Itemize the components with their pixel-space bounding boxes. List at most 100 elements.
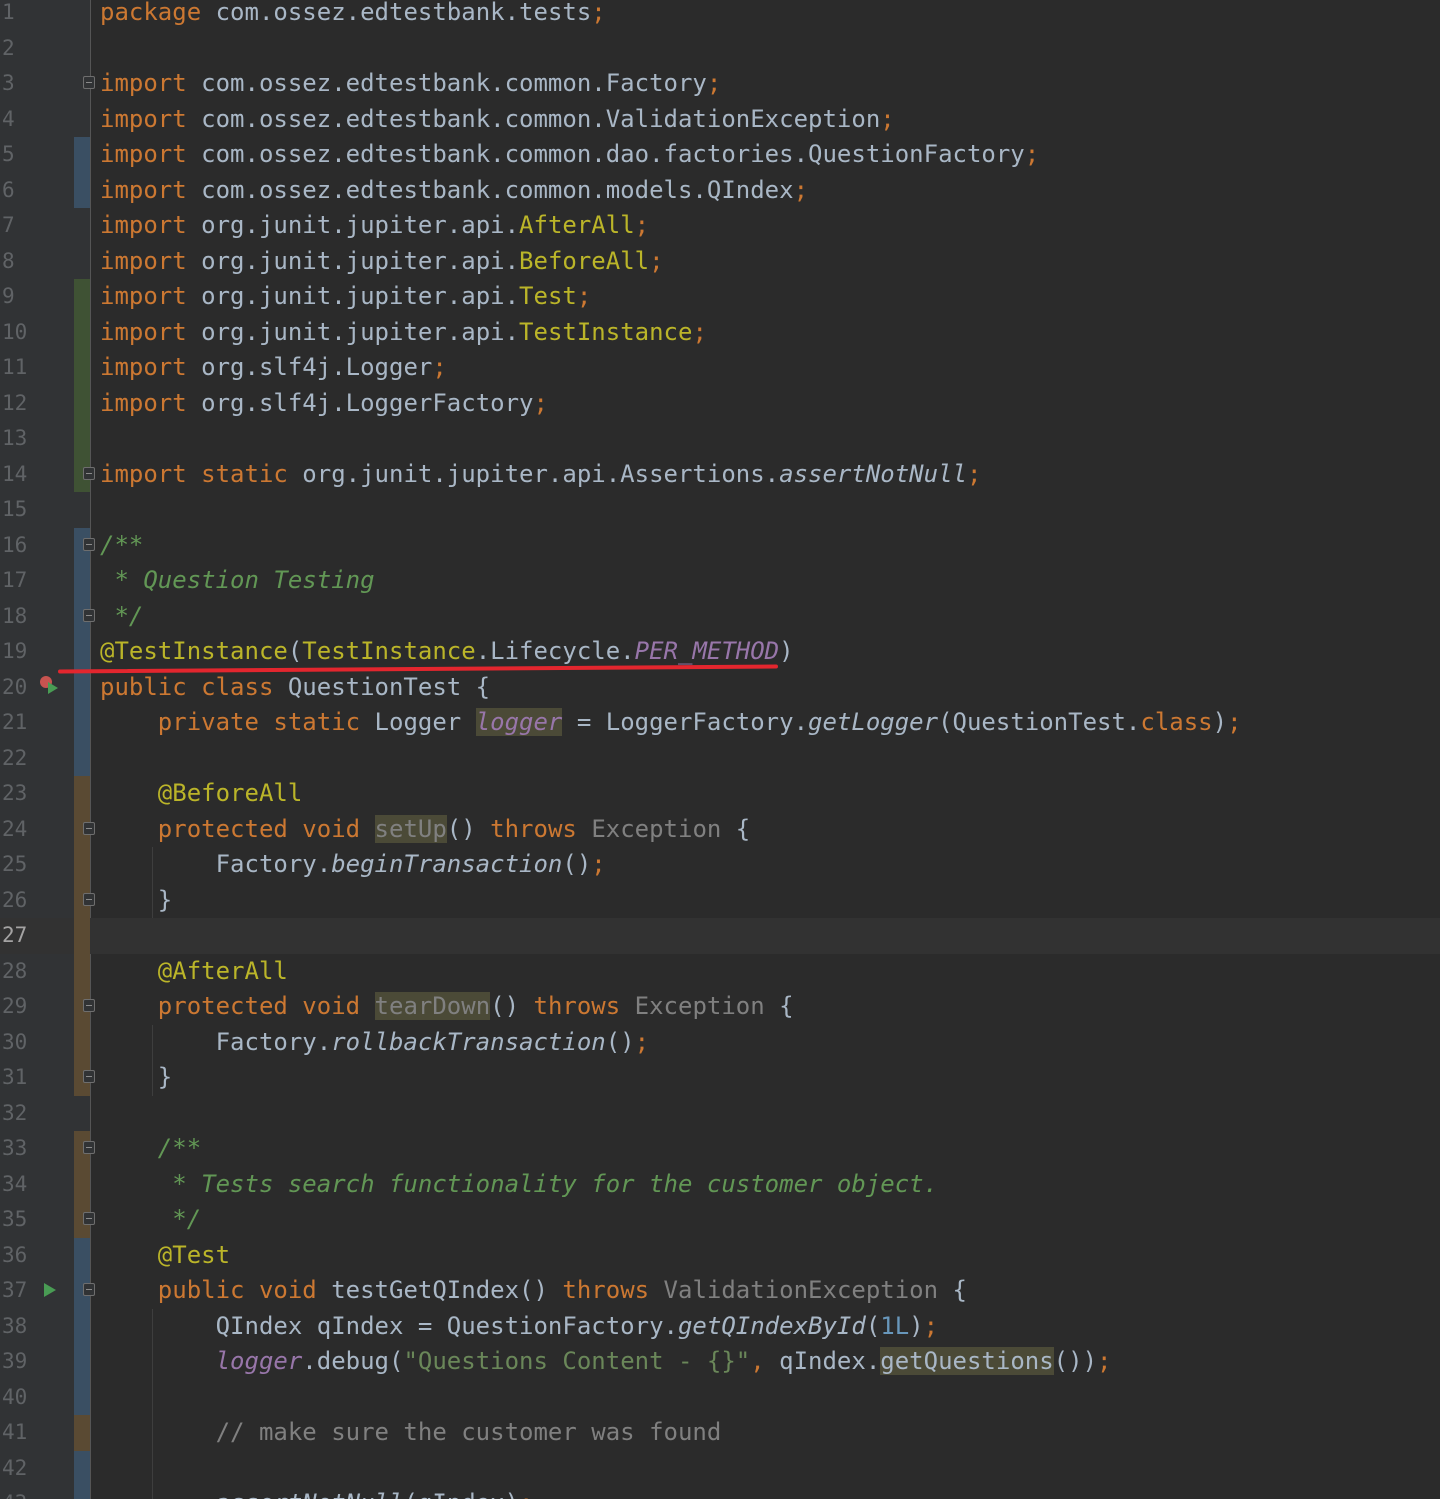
code-editor[interactable]: 1 package com.ossez.edtestbank.tests; 2 3 im…: [0, 0, 1440, 1499]
line-number[interactable]: 17: [2, 563, 32, 599]
code-line[interactable]: 43 assertNotNull(qIndex);: [0, 1486, 1440, 1499]
line-number[interactable]: 1: [2, 0, 32, 31]
code-line[interactable]: 27: [0, 918, 1440, 954]
line-number[interactable]: 37: [2, 1273, 32, 1309]
code-line[interactable]: 34 * Tests search functionality for the …: [0, 1166, 1440, 1203]
code-line[interactable]: 25 Factory.beginTransaction();: [0, 847, 1440, 883]
fold-toggle-icon[interactable]: [83, 1212, 95, 1225]
line-number[interactable]: 15: [2, 492, 32, 528]
line-number[interactable]: 34: [2, 1167, 32, 1203]
line-number[interactable]: 18: [2, 599, 32, 635]
code-line[interactable]: 1 package com.ossez.edtestbank.tests;: [0, 0, 1440, 31]
line-number[interactable]: 13: [2, 421, 32, 457]
code-line[interactable]: 11 import org.slf4j.Logger;: [0, 350, 1440, 386]
fold-toggle-icon[interactable]: [83, 1283, 95, 1296]
fold-toggle-icon[interactable]: [83, 821, 95, 835]
vcs-change-marker[interactable]: [74, 1237, 90, 1273]
code-line[interactable]: 31 }: [0, 1060, 1440, 1096]
vcs-change-marker[interactable]: [74, 847, 90, 883]
code-line[interactable]: 32: [0, 1096, 1440, 1132]
vcs-change-marker[interactable]: [74, 1450, 90, 1486]
code-line[interactable]: 5 import com.ossez.edtestbank.common.dao.…: [0, 137, 1440, 173]
line-number[interactable]: 2: [2, 31, 32, 67]
line-number[interactable]: 39: [2, 1344, 32, 1380]
line-number[interactable]: 42: [2, 1451, 32, 1487]
line-number[interactable]: 25: [2, 847, 32, 883]
fold-toggle-icon[interactable]: [83, 466, 95, 480]
line-number[interactable]: 23: [2, 776, 32, 812]
code-line[interactable]: 15: [0, 492, 1440, 528]
line-number[interactable]: 21: [2, 705, 32, 741]
code-line[interactable]: 29 protected void tearDown() throws Exce…: [0, 989, 1440, 1025]
code-line[interactable]: 7 import org.junit.jupiter.api.AfterAll;: [0, 208, 1440, 244]
code-line[interactable]: 23 @BeforeAll: [0, 776, 1440, 812]
line-number[interactable]: 30: [2, 1025, 32, 1061]
line-number[interactable]: 26: [2, 883, 32, 919]
vcs-change-marker[interactable]: [74, 137, 90, 173]
vcs-change-marker[interactable]: [74, 421, 90, 457]
vcs-change-marker[interactable]: [74, 1024, 90, 1060]
code-line[interactable]: 10 import org.junit.jupiter.api.TestInsta…: [0, 314, 1440, 351]
code-line[interactable]: 8 import org.junit.jupiter.api.BeforeAll;: [0, 244, 1440, 280]
code-line[interactable]: 42: [0, 1450, 1440, 1487]
line-number[interactable]: 41: [2, 1415, 32, 1451]
vcs-change-marker[interactable]: [74, 350, 90, 386]
line-number[interactable]: 43: [2, 1486, 32, 1499]
code-line[interactable]: 4 import com.ossez.edtestbank.common.Vali…: [0, 102, 1440, 138]
vcs-change-marker[interactable]: [74, 279, 90, 315]
line-number[interactable]: 6: [2, 173, 32, 209]
line-number[interactable]: 27: [2, 918, 32, 954]
line-number[interactable]: 10: [2, 315, 32, 351]
code-line[interactable]: 28 @AfterAll: [0, 953, 1440, 989]
code-line[interactable]: 9 import org.junit.jupiter.api.Test;: [0, 279, 1440, 315]
line-number[interactable]: 4: [2, 102, 32, 138]
line-number[interactable]: 33: [2, 1131, 32, 1167]
code-line[interactable]: 33 /**: [0, 1131, 1440, 1167]
vcs-change-marker[interactable]: [74, 776, 90, 812]
code-line[interactable]: 14 import static org.junit.jupiter.api.As…: [0, 456, 1440, 492]
code-line[interactable]: 21 private static Logger logger = Logger…: [0, 705, 1440, 741]
code-line[interactable]: 16 /**: [0, 527, 1440, 564]
run-test-icon[interactable]: [44, 1283, 56, 1297]
vcs-change-marker[interactable]: [74, 172, 90, 208]
code-line[interactable]: 39 logger.debug("Questions Content - {}"…: [0, 1344, 1440, 1380]
line-number[interactable]: 31: [2, 1060, 32, 1096]
line-number[interactable]: 40: [2, 1380, 32, 1416]
line-number[interactable]: 16: [2, 528, 32, 564]
line-number[interactable]: 12: [2, 386, 32, 422]
code-line[interactable]: 20 public class QuestionTest {: [0, 669, 1440, 706]
code-line[interactable]: 3 import com.ossez.edtestbank.common.Fact…: [0, 66, 1440, 102]
line-number[interactable]: 9: [2, 279, 32, 315]
vcs-change-marker[interactable]: [74, 1166, 90, 1202]
code-line[interactable]: 18 */: [0, 598, 1440, 635]
vcs-change-marker[interactable]: [74, 634, 90, 670]
vcs-change-marker[interactable]: [74, 314, 90, 350]
line-number[interactable]: 32: [2, 1096, 32, 1132]
line-number[interactable]: 8: [2, 244, 32, 280]
line-number[interactable]: 29: [2, 989, 32, 1025]
vcs-change-marker[interactable]: [74, 740, 90, 776]
vcs-change-marker[interactable]: [74, 1486, 90, 1499]
code-line[interactable]: 13: [0, 421, 1440, 457]
code-line[interactable]: 38 QIndex qIndex = QuestionFactory.getQI…: [0, 1308, 1440, 1344]
code-line[interactable]: 17 * Question Testing: [0, 563, 1440, 599]
line-number[interactable]: 35: [2, 1202, 32, 1238]
line-number[interactable]: 3: [2, 66, 32, 102]
vcs-change-marker[interactable]: [74, 563, 90, 599]
code-line[interactable]: 22: [0, 740, 1440, 776]
code-line[interactable]: 30 Factory.rollbackTransaction();: [0, 1024, 1440, 1061]
code-line[interactable]: 6 import com.ossez.edtestbank.common.mode…: [0, 172, 1440, 209]
fold-toggle-icon[interactable]: [83, 608, 95, 622]
fold-toggle-icon[interactable]: [83, 1070, 95, 1083]
fold-toggle-icon[interactable]: [83, 76, 95, 89]
vcs-change-marker[interactable]: [74, 918, 90, 954]
code-line[interactable]: 36 @Test: [0, 1237, 1440, 1273]
code-line[interactable]: 12 import org.slf4j.LoggerFactory;: [0, 385, 1440, 422]
code-line[interactable]: 24 protected void setUp() throws Excepti…: [0, 811, 1440, 847]
fold-toggle-icon[interactable]: [83, 537, 95, 551]
line-number[interactable]: 20: [2, 670, 32, 706]
vcs-change-marker[interactable]: [74, 705, 90, 741]
line-number[interactable]: 7: [2, 208, 32, 244]
code-line[interactable]: 37 public void testGetQIndex() throws Va…: [0, 1273, 1440, 1309]
code-line[interactable]: 41 // make sure the customer was found: [0, 1415, 1440, 1451]
